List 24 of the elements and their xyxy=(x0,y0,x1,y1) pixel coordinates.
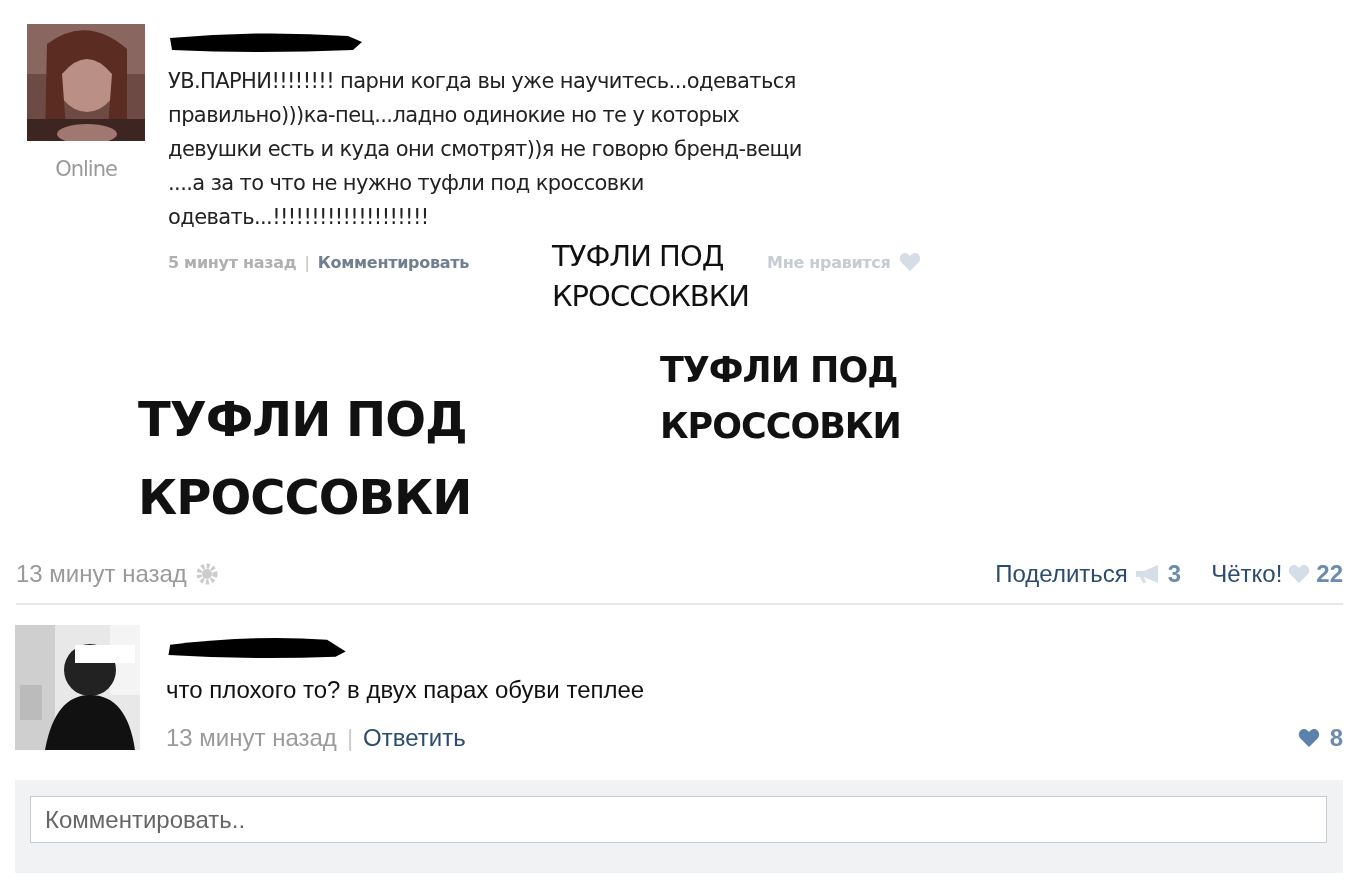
online-status: Online xyxy=(55,157,117,181)
separator: | xyxy=(304,252,310,272)
comment-text: что плохого то? в двух парах обуви теплее xyxy=(166,676,646,704)
like-link[interactable]: Чётко! xyxy=(1211,560,1283,588)
caption-line: ТУФЛИ ПОД xyxy=(552,238,725,275)
caption-line: ТУФЛИ ПОД xyxy=(138,390,468,449)
reply-link[interactable]: Ответить xyxy=(363,724,466,752)
caption-line: КРОССОКВКИ xyxy=(552,278,749,315)
gear-icon[interactable] xyxy=(194,562,219,586)
comment-field[interactable]: Комментировать.. xyxy=(30,796,1327,843)
comment-time: 13 минут назад xyxy=(166,724,337,752)
caption-line: КРОССОВКИ xyxy=(138,468,472,527)
heart-icon[interactable] xyxy=(1297,728,1320,748)
comment-link[interactable]: Комментировать xyxy=(317,252,470,272)
like-count: 8 xyxy=(1329,724,1343,752)
share-link[interactable]: Поделиться xyxy=(995,560,1128,588)
caption-line: ТУФЛИ ПОД xyxy=(660,349,899,392)
post-time: 5 минут назад xyxy=(168,252,297,272)
post-text: УВ.ПАРНИ!!!!!!!! парни когда вы уже научитесь...одеваться правильно)))ка-пец...ладно одинокие но те у которых девушки есть и куда они смотрят))я не говорю бренд-вещи ....а за то что не нужно туфли под кроссовки одевать...!!!!!!!!!!!!!!!!!!!! xyxy=(168,68,802,231)
separator: | xyxy=(346,724,354,752)
share-count: 3 xyxy=(1167,560,1182,588)
caption-line: КРОССОВКИ xyxy=(660,405,901,448)
post-time: 13 минут назад xyxy=(16,560,187,588)
like-count: 22 xyxy=(1316,560,1343,588)
